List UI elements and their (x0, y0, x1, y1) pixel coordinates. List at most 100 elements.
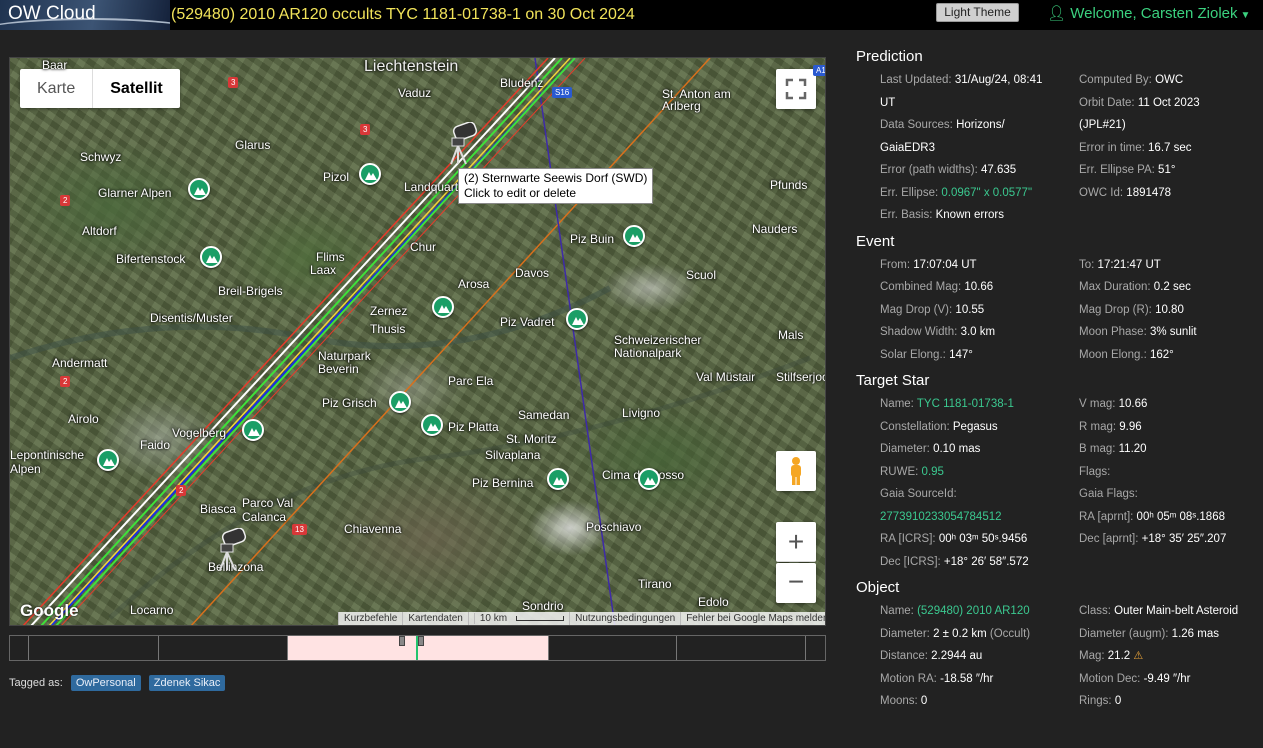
detail-row: To: 17:21:47 UT (1079, 254, 1256, 277)
scale-label: 10 km (473, 613, 513, 624)
app-logo[interactable]: OW Cloud (0, 0, 170, 30)
warning-icon[interactable]: ⚠ (1133, 650, 1143, 662)
details-panel: Prediction Last Updated: 31/Aug/24, 08:4… (856, 48, 1256, 719)
detail-row: Orbit Date: 11 Oct 2023 (1079, 92, 1256, 115)
user-menu[interactable]: 👤︎ Welcome, Carsten Ziolek ▼ (1047, 4, 1250, 22)
timeline-tick (28, 636, 29, 660)
mountain-pin-icon (395, 400, 407, 408)
timeline-station-mark[interactable] (418, 636, 424, 646)
mountain-pin[interactable] (547, 468, 569, 490)
light-theme-button[interactable]: Light Theme (936, 3, 1019, 22)
detail-key: From: (880, 258, 911, 271)
detail-key: V mag: (1079, 398, 1116, 410)
detail-link[interactable]: TYC 1181-01738-1 (917, 398, 1014, 410)
mountain-pin[interactable] (389, 391, 411, 413)
map-label: Thusis (370, 322, 406, 336)
detail-key: RA [ICRS]: (880, 533, 936, 545)
telescope-icon (450, 121, 478, 165)
mountain-pin[interactable] (242, 419, 264, 441)
map-label: Bifertenstock (116, 252, 186, 266)
detail-value: 17:07:04 UT (913, 258, 977, 271)
station-tooltip[interactable]: (2) Sternwarte Seewis Dorf (SWD) Click t… (458, 168, 654, 204)
timeline-station-mark[interactable] (399, 636, 405, 646)
event-section: Event From: 17:07:04 UT Combined Mag: 10.… (856, 233, 1256, 367)
detail-value: 0 (1114, 695, 1122, 707)
chevron-down-icon: ▼ (1240, 10, 1251, 21)
mountain-pin[interactable] (623, 225, 645, 247)
detail-key: Shadow Width: (880, 326, 958, 338)
mountain-pin[interactable] (432, 296, 454, 318)
google-logo: Google (20, 601, 79, 620)
mountain-pin[interactable] (188, 178, 210, 200)
detail-row: Dec [aprnt]: +18° 35′ 25″.207 (1079, 528, 1256, 551)
observer-station-marker[interactable] (446, 121, 480, 165)
detail-key: Diameter (augm): (1079, 627, 1169, 640)
welcome-text: Welcome, Carsten Ziolek (1070, 5, 1238, 22)
keyboard-shortcuts-link[interactable]: Kurzbefehle (338, 612, 402, 625)
map-label: Livigno (622, 406, 661, 420)
map-type-karte[interactable]: Karte (20, 69, 92, 108)
map-type-satellit[interactable]: Satellit (92, 69, 179, 108)
detail-row: Name: TYC 1181-01738-1 (880, 393, 1056, 416)
detail-row: Motion RA: -18.58 ″/hr (880, 668, 1056, 691)
map-label: Flims (316, 250, 345, 264)
road-shield: 13 (292, 524, 307, 535)
detail-link[interactable]: 0.0967" x 0.0577" (941, 187, 1032, 199)
mountain-pin[interactable] (421, 414, 443, 436)
observer-station-marker[interactable] (215, 527, 249, 571)
detail-value: (JPL#21) (1079, 119, 1126, 131)
mountain-pin[interactable] (638, 468, 660, 490)
detail-key: Gaia SourceId: (880, 488, 957, 500)
detail-value: 00ʰ 05ᵐ 08ˢ.1868 (1136, 510, 1225, 523)
detail-value: 10.66 (964, 281, 994, 293)
map-view[interactable]: Karte Satellit + − Liechtenstein Vaduz B… (9, 57, 826, 626)
object-heading: Object (856, 579, 900, 596)
tag-owpersonal[interactable]: OwPersonal (70, 675, 141, 691)
detail-row: Shadow Width: 3.0 km (880, 321, 1056, 344)
map-type-toggle[interactable]: Karte Satellit (20, 69, 180, 108)
detail-link[interactable]: 2773910233054784512 (880, 511, 1002, 523)
tag-zdenek-sikac[interactable]: Zdenek Sikac (148, 675, 226, 691)
detail-value: 1891478 (1126, 186, 1172, 199)
target-star-section: Target Star Name: TYC 1181-01738-1 Conste… (856, 372, 1256, 573)
detail-key: Orbit Date: (1079, 96, 1135, 109)
detail-row: Mag Drop (R): 10.80 (1079, 299, 1256, 322)
detail-row: Max Duration: 0.2 sec (1079, 276, 1256, 299)
mountain-pin[interactable] (200, 246, 222, 268)
map-label: Piz Buin (570, 232, 615, 246)
map-data-link[interactable]: Kartendaten (402, 612, 468, 625)
detail-value: 3% sunlit (1149, 326, 1197, 338)
zoom-out-button[interactable]: − (776, 563, 816, 603)
street-view-button[interactable] (776, 451, 816, 491)
detail-value: Pegasus (952, 420, 998, 433)
detail-value: 00ʰ 03ᵐ 50ˢ.9456 (938, 533, 1028, 545)
detail-key: Err. Ellipse: (880, 186, 939, 199)
detail-row: GaiaEDR3 (880, 137, 1056, 160)
map-label: Laax (310, 263, 337, 277)
scale-indicator[interactable]: 10 km (467, 612, 569, 625)
detail-row: RA [ICRS]: 00ʰ 03ᵐ 50ˢ.9456 (880, 528, 1056, 551)
report-error-link[interactable]: Fehler bei Google Maps melden (680, 612, 825, 625)
detail-row: Diameter: 2 ± 0.2 km (Occult) (880, 623, 1056, 646)
terms-link[interactable]: Nutzungsbedingungen (569, 612, 680, 625)
mountain-pin-icon (248, 428, 260, 436)
mountain-pin[interactable] (359, 163, 381, 185)
detail-link[interactable]: (529480) 2010 AR120 (917, 605, 1030, 617)
detail-key: B mag: (1079, 443, 1116, 455)
prediction-left-column: Last Updated: 31/Aug/24, 08:41 UT Data Sou… (856, 69, 1056, 227)
mountain-pin[interactable] (566, 308, 588, 330)
event-heading: Event (856, 232, 895, 250)
detail-key: Constellation: (880, 420, 950, 433)
prediction-heading: Prediction (856, 48, 923, 65)
event-timeline[interactable] (9, 635, 826, 661)
detail-row: Solar Elong.: 147° (880, 344, 1056, 367)
fullscreen-button[interactable] (776, 69, 816, 109)
map-label: Val Müstair (696, 370, 756, 384)
detail-key: Last Updated: (880, 74, 952, 86)
detail-link[interactable]: 0.95 (922, 466, 944, 478)
map-label: Samedan (518, 408, 570, 422)
detail-value: 21.2 (1107, 650, 1131, 662)
zoom-in-button[interactable]: + (776, 522, 816, 562)
detail-key: Moon Phase: (1079, 326, 1147, 338)
mountain-pin[interactable] (97, 449, 119, 471)
